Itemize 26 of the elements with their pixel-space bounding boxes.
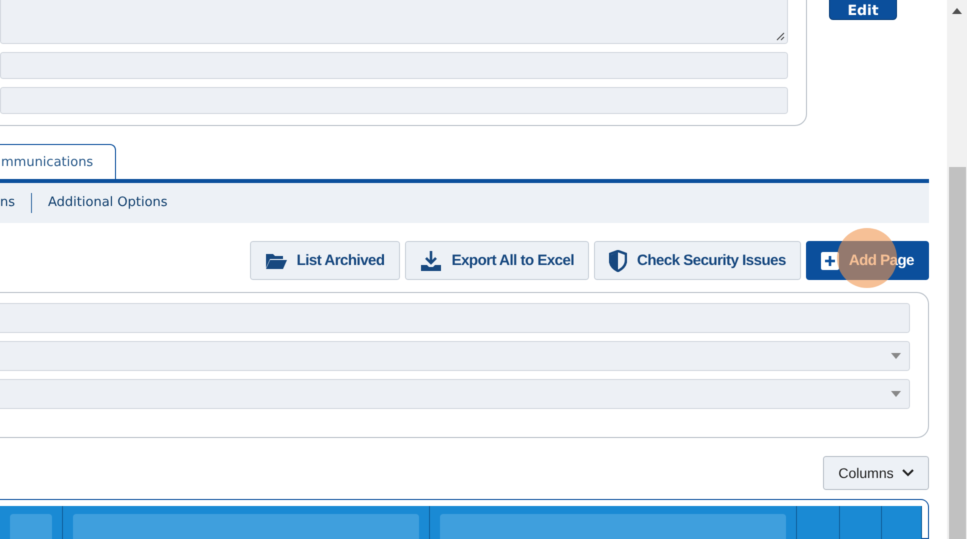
select-field[interactable]	[0, 341, 910, 372]
action-button[interactable]: Check Security Issues	[594, 241, 801, 280]
folder-icon	[264, 252, 287, 270]
plus-icon	[820, 252, 839, 270]
shield-icon	[609, 250, 628, 272]
column-filter-field[interactable]	[440, 514, 786, 539]
tab[interactable]: mmunications	[0, 144, 116, 180]
scroll-up-icon[interactable]	[952, 8, 962, 14]
chevron-down-icon	[902, 469, 914, 477]
input-field[interactable]	[0, 87, 788, 114]
action-button[interactable]: Export All to Excel	[404, 241, 590, 280]
nav-link[interactable]: Additional Options	[31, 193, 184, 214]
resize-grip-icon[interactable]	[775, 31, 785, 41]
column-filter-field[interactable]	[10, 514, 52, 539]
dropdown-caret-icon	[891, 391, 901, 398]
input-field[interactable]	[0, 52, 788, 79]
dropdown-caret-icon	[891, 353, 901, 360]
column-filter-field[interactable]	[73, 514, 419, 539]
select-field[interactable]	[0, 379, 910, 410]
edit-button[interactable]: Edit	[829, 0, 897, 20]
download-icon	[420, 250, 442, 272]
input-field[interactable]	[0, 303, 910, 334]
scrollbar[interactable]	[947, 0, 967, 539]
nav-link[interactable]: ns	[0, 193, 32, 214]
columns-button[interactable]: Columns	[823, 456, 929, 490]
action-button[interactable]: List Archived	[250, 241, 400, 280]
